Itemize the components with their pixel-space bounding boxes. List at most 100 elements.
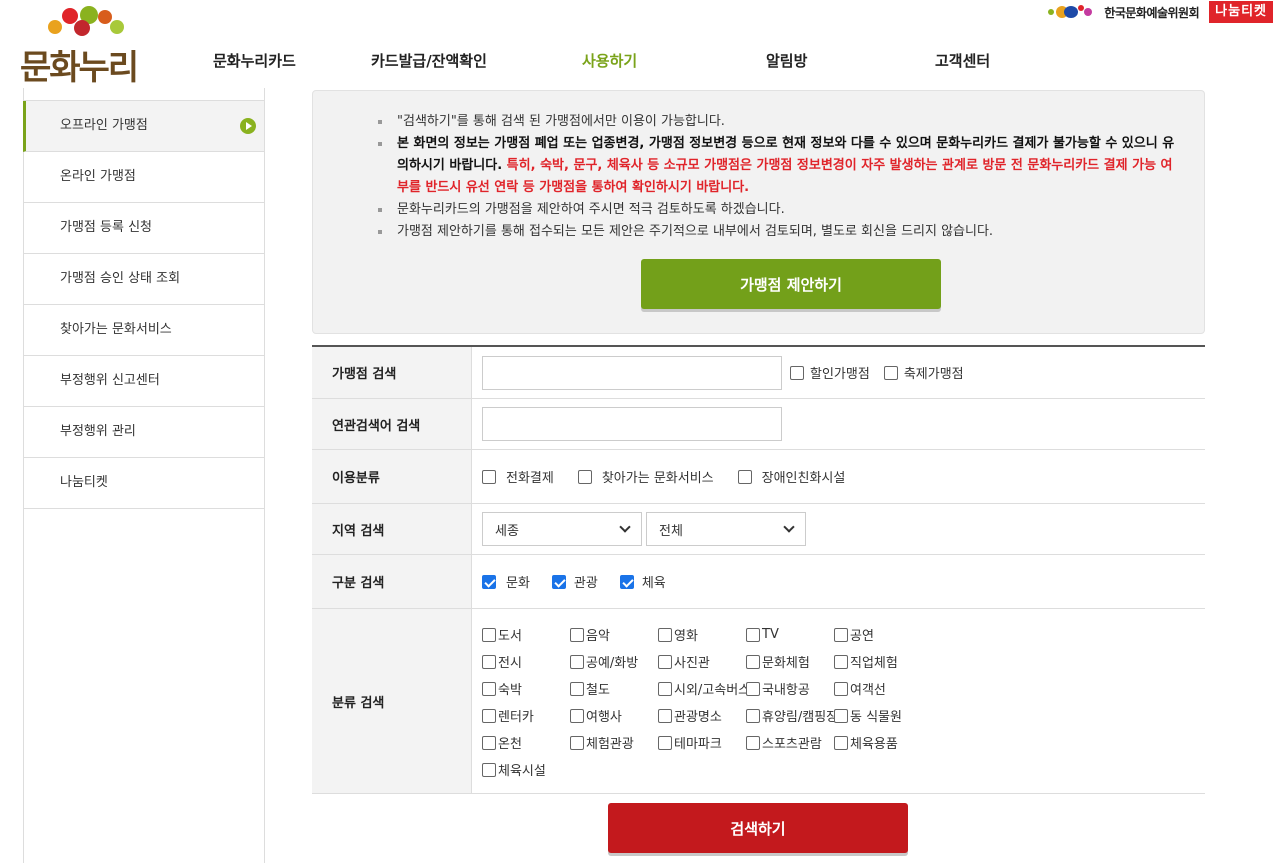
checkbox-icon bbox=[570, 735, 584, 750]
checkbox-icon bbox=[570, 708, 584, 723]
suggest-store-button[interactable]: 가맹점 제안하기 bbox=[641, 259, 941, 309]
checkbox-label: 철도 bbox=[586, 683, 610, 698]
keyword-search-input[interactable] bbox=[482, 407, 782, 441]
category-checkbox[interactable]: 휴양림/캠핑장 bbox=[746, 706, 838, 725]
category-checkbox[interactable]: 문화체험 bbox=[746, 652, 834, 671]
logo-emblem bbox=[44, 6, 134, 36]
category-checkbox[interactable]: 사진관 bbox=[658, 652, 746, 671]
category-checkbox-grid: 도서 음악 영화 TV 공연전시 공예/화방 사진관 문화체험 직업체험숙박 철도 시외/고속버스 국… bbox=[482, 609, 922, 793]
category-checkbox[interactable]: 시외/고속버스 bbox=[658, 679, 750, 698]
sidebar-item-label: 가맹점 등록 신청 bbox=[60, 220, 152, 235]
store-search-input[interactable] bbox=[482, 355, 782, 390]
sidebar-item-visiting-service[interactable]: 찾아가는 문화서비스 bbox=[24, 305, 264, 356]
category-checkbox[interactable]: 여행사 bbox=[570, 706, 658, 725]
checkbox-label: 체육용품 bbox=[850, 737, 898, 752]
checkbox-label: 직업체험 bbox=[850, 656, 898, 671]
checkbox-label: 휴양림/캠핑장 bbox=[762, 710, 839, 725]
festival-store-checkbox[interactable]: 축제가맹점 bbox=[883, 363, 964, 382]
sidebar-item-label: 찾아가는 문화서비스 bbox=[60, 322, 172, 337]
notice-warning-red: 특히, 숙박, 문구, 체육사 등 소규모 가맹점은 가맹점 정보변경이 자주 … bbox=[397, 158, 1173, 195]
checkbox-icon bbox=[834, 708, 848, 723]
checkbox-label: 체육 bbox=[641, 576, 666, 591]
visiting-service-checkbox[interactable]: 찾아가는 문화서비스 bbox=[577, 467, 714, 486]
nanum-ticket-link[interactable]: 나눔티켓 bbox=[1209, 1, 1273, 23]
accessible-facility-checkbox[interactable]: 장애인친화시설 bbox=[737, 467, 845, 486]
category-checkbox[interactable]: 숙박 bbox=[482, 679, 570, 698]
sidebar-item-online-store[interactable]: 온라인 가맹점 bbox=[24, 152, 264, 203]
category-checkbox[interactable]: 영화 bbox=[658, 625, 746, 644]
type-culture-checkbox[interactable]: 문화 bbox=[482, 572, 530, 591]
checkbox-icon bbox=[834, 735, 848, 750]
region-sub-select[interactable]: 전체 bbox=[646, 512, 806, 546]
type-label: 구분 검색 bbox=[312, 555, 472, 608]
category-checkbox[interactable]: 음악 bbox=[570, 625, 658, 644]
checkbox-icon bbox=[658, 708, 672, 723]
phone-payment-checkbox[interactable]: 전화결제 bbox=[482, 467, 554, 486]
category-row: 분류 검색 도서 음악 영화 TV 공연 전시 공예/화방 사진관 문화체험 직업체험 숙박 철도 시외… bbox=[312, 609, 1205, 794]
checkbox-label: 할인가맹점 bbox=[810, 367, 870, 382]
sidebar-item-fraud-report[interactable]: 부정행위 신고센터 bbox=[24, 356, 264, 407]
nav-card-issue[interactable]: 카드발급/잔액확인 bbox=[371, 50, 487, 71]
discount-store-checkbox[interactable]: 할인가맹점 bbox=[790, 363, 870, 382]
sidebar: 오프라인 가맹점 온라인 가맹점 가맹점 등록 신청 가맹점 승인 상태 조회 … bbox=[23, 88, 265, 863]
checkbox-icon bbox=[577, 469, 592, 484]
type-tourism-checkbox[interactable]: 관광 bbox=[551, 572, 598, 591]
checkbox-icon bbox=[746, 627, 760, 642]
notice-list: "검색하기"를 통해 검색 된 가맹점에서만 이용이 가능합니다. 본 화면의 … bbox=[375, 111, 1179, 243]
checkbox-label: 여객선 bbox=[850, 683, 886, 698]
notice-item-warning: 본 화면의 정보는 가맹점 폐업 또는 업종변경, 가맹점 정보변경 등으로 현… bbox=[375, 133, 1179, 199]
type-sports-checkbox[interactable]: 체육 bbox=[619, 572, 666, 591]
sidebar-item-offline-store[interactable]: 오프라인 가맹점 bbox=[23, 101, 264, 152]
nav-usage[interactable]: 사용하기 bbox=[582, 50, 637, 71]
site-logo[interactable]: 문화누리 bbox=[20, 6, 140, 88]
checkbox-label: 숙박 bbox=[498, 683, 522, 698]
category-checkbox[interactable]: TV bbox=[746, 625, 834, 644]
checkbox-label: 렌터카 bbox=[498, 710, 534, 725]
region-row: 지역 검색 세종 전체 bbox=[312, 504, 1205, 555]
category-checkbox[interactable]: 온천 bbox=[482, 733, 570, 752]
sidebar-item-approval-status[interactable]: 가맹점 승인 상태 조회 bbox=[24, 254, 264, 305]
category-checkbox[interactable]: 렌터카 bbox=[482, 706, 570, 725]
category-checkbox[interactable]: 국내항공 bbox=[746, 679, 834, 698]
nav-customer-center[interactable]: 고객센터 bbox=[935, 50, 990, 71]
checkbox-icon bbox=[746, 681, 760, 696]
region-select-value: 세종 bbox=[495, 523, 519, 539]
checkbox-label: TV bbox=[762, 627, 779, 642]
checkbox-icon bbox=[482, 762, 496, 777]
category-checkbox[interactable]: 체육용품 bbox=[834, 733, 922, 752]
checkbox-icon bbox=[790, 365, 804, 380]
nav-munhwanuri-card[interactable]: 문화누리카드 bbox=[213, 50, 296, 71]
sidebar-item-fraud-manage[interactable]: 부정행위 관리 bbox=[24, 407, 264, 458]
checkbox-label: 온천 bbox=[498, 737, 522, 752]
checkbox-checked-icon bbox=[551, 574, 566, 589]
category-checkbox[interactable]: 공연 bbox=[834, 625, 922, 644]
notice-item: 가맹점 제안하기를 통해 접수되는 모든 제안은 주기적으로 내부에서 검토되며… bbox=[375, 221, 1179, 243]
search-button[interactable]: 검색하기 bbox=[608, 803, 908, 853]
checkbox-icon bbox=[658, 654, 672, 669]
checkbox-label: 찾아가는 문화서비스 bbox=[601, 471, 714, 486]
checkbox-icon bbox=[737, 469, 752, 484]
category-checkbox[interactable]: 체육시설 bbox=[482, 760, 570, 779]
category-checkbox[interactable]: 테마파크 bbox=[658, 733, 746, 752]
checkbox-label: 공연 bbox=[850, 629, 874, 644]
category-checkbox[interactable]: 체험관광 bbox=[570, 733, 658, 752]
category-checkbox[interactable]: 공예/화방 bbox=[570, 652, 658, 671]
category-checkbox[interactable]: 동 식물원 bbox=[834, 706, 922, 725]
category-checkbox[interactable]: 전시 bbox=[482, 652, 570, 671]
category-checkbox[interactable]: 여객선 bbox=[834, 679, 922, 698]
arko-link[interactable]: 한국문화예술위원회 bbox=[1048, 4, 1200, 21]
region-label: 지역 검색 bbox=[312, 504, 472, 554]
category-checkbox[interactable]: 철도 bbox=[570, 679, 658, 698]
category-checkbox[interactable]: 관광명소 bbox=[658, 706, 746, 725]
region-select[interactable]: 세종 bbox=[482, 512, 642, 546]
checkbox-label: 체험관광 bbox=[586, 737, 634, 752]
category-checkbox[interactable]: 스포츠관람 bbox=[746, 733, 834, 752]
category-checkbox[interactable]: 도서 bbox=[482, 625, 570, 644]
sidebar-item-nanum-ticket[interactable]: 나눔티켓 bbox=[24, 458, 264, 509]
category-checkbox[interactable]: 직업체험 bbox=[834, 652, 922, 671]
notice-item: "검색하기"를 통해 검색 된 가맹점에서만 이용이 가능합니다. bbox=[375, 111, 1179, 133]
checkbox-label: 테마파크 bbox=[674, 737, 722, 752]
nav-notice[interactable]: 알림방 bbox=[766, 50, 807, 71]
checkbox-icon bbox=[834, 654, 848, 669]
sidebar-item-store-register[interactable]: 가맹점 등록 신청 bbox=[24, 203, 264, 254]
